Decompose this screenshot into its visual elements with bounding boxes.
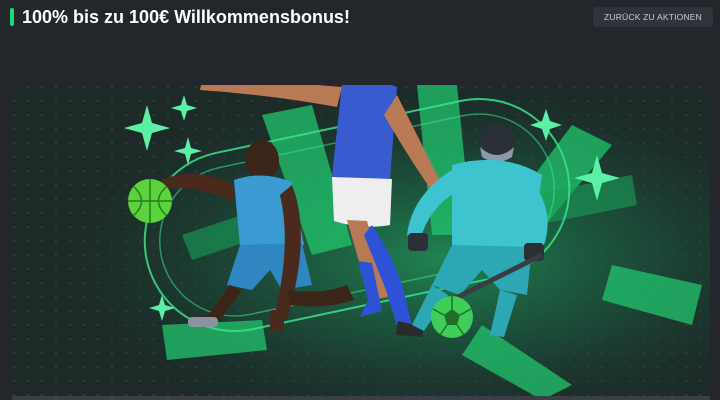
promo-banner	[12, 85, 710, 400]
page-title: 100% bis zu 100€ Willkommensbonus!	[22, 7, 350, 27]
sports-players-hero-image	[124, 85, 620, 338]
content-divider	[12, 396, 710, 400]
basketball-icon	[128, 179, 172, 223]
soccer-ball-icon	[431, 296, 473, 338]
page-header: 100% bis zu 100€ Willkommensbonus! ZURÜC…	[0, 0, 720, 36]
title-accent-bar	[10, 8, 14, 26]
hockey-player	[407, 125, 548, 337]
back-to-promotions-button[interactable]: ZURÜCK ZU AKTIONEN	[593, 7, 713, 27]
basketball-player	[162, 140, 354, 332]
